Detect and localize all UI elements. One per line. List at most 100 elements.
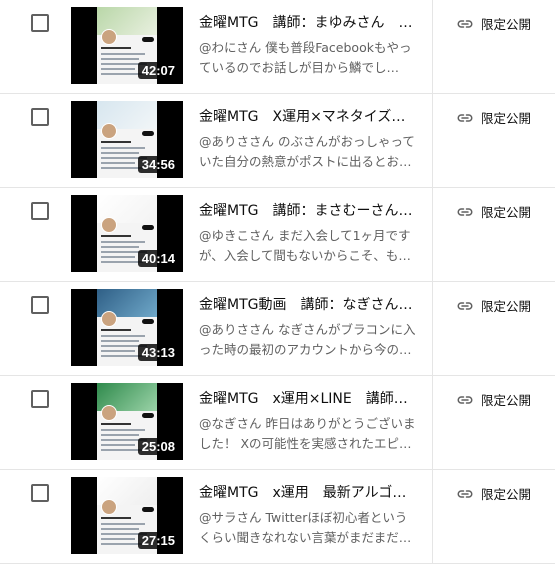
visibility-label: 限定公開 [481, 487, 532, 502]
thumbnail-text-line [101, 355, 143, 357]
thumbnail-text-line [101, 235, 131, 237]
thumbnail-text-line [101, 152, 139, 154]
video-description: @ありささん なぎさんがブラコンに入った時の最初のアカウントから今のアカウ… [199, 322, 416, 357]
visibility-status[interactable]: 限定公開 [456, 14, 531, 33]
thumbnail-text-line [101, 58, 139, 60]
thumbnail-text-line [101, 538, 135, 540]
video-title[interactable]: 金曜MTG 講師：まさむーさん X運… [199, 202, 417, 220]
video-duration: 42:07 [137, 62, 179, 79]
thumbnail-text-line [101, 68, 135, 70]
select-checkbox[interactable] [31, 202, 49, 220]
visibility-status[interactable]: 限定公開 [456, 390, 531, 409]
video-duration: 43:13 [137, 344, 179, 361]
select-checkbox[interactable] [31, 390, 49, 408]
thumbnail-text-line [101, 543, 143, 545]
thumbnail-text-line [101, 340, 139, 342]
thumbnail-text-line [101, 147, 145, 149]
thumbnail-follow-pill [142, 37, 154, 42]
thumbnail-text-line [101, 73, 143, 75]
thumbnail-text-line [101, 429, 145, 431]
video-title[interactable]: 金曜MTG X運用×マネタイズ 講師… [199, 108, 417, 126]
thumbnail-follow-pill [142, 131, 154, 136]
video-description: @ありささん のぶさんがおっしゃっていた自分の熱意がポストに出るとおっしゃ… [199, 134, 415, 169]
video-row[interactable]: 43:13 金曜MTG動画 講師：なぎさん @… @ありささん なぎさんがブラコ… [0, 282, 555, 376]
visibility-status[interactable]: 限定公開 [456, 108, 531, 127]
visibility-label: 限定公開 [481, 17, 532, 32]
video-thumbnail[interactable]: 43:13 [71, 289, 183, 366]
thumbnail-text-line [101, 167, 143, 169]
video-row[interactable]: 40:14 金曜MTG 講師：まさむーさん X運… @ゆきこさん まだ入会して1… [0, 188, 555, 282]
thumbnail-text-line [101, 528, 139, 530]
column-divider [432, 0, 433, 94]
thumbnail-text-line [101, 449, 143, 451]
video-thumbnail[interactable]: 27:15 [71, 477, 183, 554]
thumbnail-follow-pill [142, 225, 154, 230]
thumbnail-avatar [101, 405, 117, 421]
thumbnail-avatar [101, 311, 117, 327]
video-list: 42:07 金曜MTG 講師：まゆみさん X運用 @わにさん 僕も普段Faceb… [0, 0, 555, 564]
select-checkbox[interactable] [31, 484, 49, 502]
thumbnail-follow-pill [142, 319, 154, 324]
visibility-status[interactable]: 限定公開 [456, 484, 531, 503]
visibility-label: 限定公開 [481, 111, 532, 126]
thumbnail-text-line [101, 423, 131, 425]
thumbnail-text-line [101, 162, 135, 164]
video-description: @わにさん 僕も普段Facebookもやっているのでお話しが目から鱗でした！！そ… [199, 40, 412, 75]
thumbnail-follow-pill [142, 413, 154, 418]
thumbnail-avatar [101, 217, 117, 233]
video-duration: 34:56 [137, 156, 179, 173]
thumbnail-text-line [101, 329, 131, 331]
thumbnail-text-line [101, 47, 131, 49]
link-icon [457, 207, 473, 216]
thumbnail-text-line [101, 53, 145, 55]
thumbnail-text-line [101, 335, 145, 337]
column-divider [432, 188, 433, 282]
link-icon [457, 489, 473, 498]
thumbnail-text-line [101, 444, 135, 446]
select-checkbox[interactable] [31, 108, 49, 126]
link-icon [457, 301, 473, 310]
video-description: @なぎさん 昨日はありがとうございました！ Xの可能性を実感されたエピソード… [199, 416, 416, 451]
video-duration: 25:08 [137, 438, 179, 455]
video-title[interactable]: 金曜MTG x運用×LINE 講師：ふじ… [199, 390, 417, 408]
link-icon [457, 395, 473, 404]
visibility-label: 限定公開 [481, 393, 532, 408]
column-divider [432, 470, 433, 564]
select-checkbox[interactable] [31, 296, 49, 314]
thumbnail-text-line [101, 141, 131, 143]
visibility-label: 限定公開 [481, 299, 532, 314]
video-row[interactable]: 42:07 金曜MTG 講師：まゆみさん X運用 @わにさん 僕も普段Faceb… [0, 0, 555, 94]
thumbnail-text-line [101, 517, 131, 519]
thumbnail-text-line [101, 523, 145, 525]
visibility-status[interactable]: 限定公開 [456, 202, 531, 221]
thumbnail-follow-pill [142, 507, 154, 512]
thumbnail-text-line [101, 350, 135, 352]
select-checkbox[interactable] [31, 14, 49, 32]
thumbnail-avatar [101, 29, 117, 45]
video-title[interactable]: 金曜MTG x運用 最新アルゴリズム… [199, 484, 417, 502]
visibility-status[interactable]: 限定公開 [456, 296, 531, 315]
video-duration: 27:15 [137, 532, 179, 549]
thumbnail-text-line [101, 434, 139, 436]
video-title[interactable]: 金曜MTG動画 講師：なぎさん @… [199, 296, 417, 314]
video-thumbnail[interactable]: 42:07 [71, 7, 183, 84]
video-thumbnail[interactable]: 34:56 [71, 101, 183, 178]
video-thumbnail[interactable]: 25:08 [71, 383, 183, 460]
column-divider [432, 376, 433, 470]
column-divider [432, 94, 433, 188]
video-row[interactable]: 25:08 金曜MTG x運用×LINE 講師：ふじ… @なぎさん 昨日はありが… [0, 376, 555, 470]
visibility-label: 限定公開 [481, 205, 532, 220]
link-icon [457, 19, 473, 28]
video-description: @ゆきこさん まだ入会して1ヶ月ですが、入会して間もないからこそ、もっとサロ… [199, 228, 411, 263]
video-duration: 40:14 [137, 250, 179, 267]
video-description: @サラさん Twitterほぼ初心者というくらい聞きなれない言葉がまだまだ多い私… [199, 510, 412, 545]
video-thumbnail[interactable]: 40:14 [71, 195, 183, 272]
thumbnail-avatar [101, 499, 117, 515]
link-icon [457, 113, 473, 122]
video-row[interactable]: 34:56 金曜MTG X運用×マネタイズ 講師… @ありささん のぶさんがおっ… [0, 94, 555, 188]
thumbnail-text-line [101, 241, 145, 243]
column-divider [432, 282, 433, 376]
video-title[interactable]: 金曜MTG 講師：まゆみさん X運用 [199, 14, 417, 32]
thumbnail-text-line [101, 246, 139, 248]
video-row[interactable]: 27:15 金曜MTG x運用 最新アルゴリズム… @サラさん Twitterほ… [0, 470, 555, 564]
